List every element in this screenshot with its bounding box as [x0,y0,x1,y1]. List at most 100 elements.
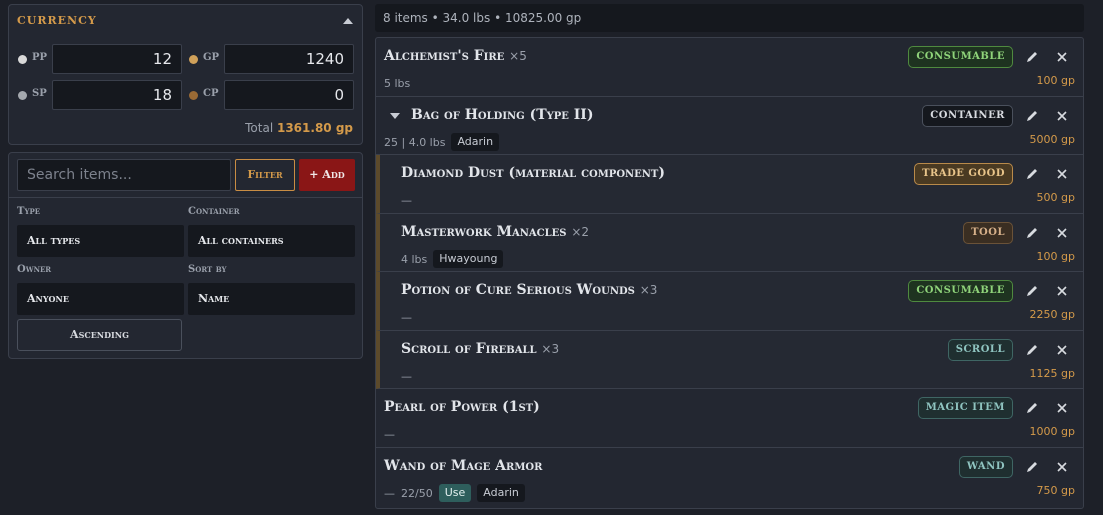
item-type-badge: WAND [958,456,1013,478]
platinum-coin-icon [18,55,27,64]
inventory-row[interactable]: Alchemist's Fire ×5 CONSUMABLE 5 lbs 100… [376,38,1083,97]
filter-button[interactable]: Filter [235,159,295,191]
coin-label-cp: CP [203,88,219,99]
currency-total: Total 1361.80 gp [245,121,353,135]
edit-icon[interactable] [1023,107,1041,125]
sort-order-button[interactable]: Ascending [17,319,182,351]
inventory-row-nested[interactable]: Masterwork Manacles ×2 TOOL 4 lbs Hwayou… [376,214,1083,272]
search-input[interactable]: Search items... [17,159,231,191]
owner-label: Owner [17,264,52,275]
gp-input[interactable]: 1240 [224,44,354,74]
item-price: 1000 gp [1029,425,1075,438]
item-price: 1125 gp [1029,367,1075,380]
item-name: Alchemist's Fire ×5 [384,48,527,64]
inventory-row-nested[interactable]: Potion of Cure Serious Wounds ×3 CONSUMA… [376,272,1083,331]
item-name-text: Alchemist's Fire [384,48,505,64]
edit-icon[interactable] [1023,48,1041,66]
currency-title: CURRENCY [17,14,97,27]
item-name-text: Potion of Cure Serious Wounds [401,282,635,298]
collapse-arrow-icon[interactable] [343,18,353,24]
edit-icon[interactable] [1023,458,1041,476]
inventory-summary: 8 items • 34.0 lbs • 10825.00 gp [375,4,1084,32]
owner-tag: Hwayoung [433,250,504,268]
item-name: Masterwork Manacles ×2 [401,224,589,240]
edit-icon[interactable] [1023,341,1041,359]
item-meta: — [401,191,412,209]
container-select[interactable]: All containers [188,225,355,257]
item-price: 2250 gp [1029,308,1075,321]
item-name-text: Diamond Dust (material component) [401,165,666,181]
inventory-row[interactable]: Wand of Mage Armor WAND — 22/50 Use Adar… [376,448,1083,508]
item-name-text: Bag of Holding (Type II) [411,107,594,123]
inventory-row-nested[interactable]: Scroll of Fireball ×3 SCROLL — 1125 gp [376,331,1083,389]
coin-label-pp: PP [32,52,48,63]
close-icon[interactable] [1053,282,1071,300]
item-meta: 5 lbs [384,74,410,92]
type-label: Type [17,206,41,217]
item-meta: — [401,308,412,326]
item-type-badge: CONSUMABLE [908,46,1013,68]
filter-panel: Search items... Filter + Add Type All ty… [8,152,363,359]
close-icon[interactable] [1053,48,1071,66]
item-type-badge: SCROLL [947,339,1013,361]
close-icon[interactable] [1053,399,1071,417]
sort-select[interactable]: Name [188,283,355,315]
add-item-button[interactable]: + Add [299,159,355,191]
silver-coin-icon [18,91,27,100]
item-price: 100 gp [1036,74,1075,87]
item-name-text: Pearl of Power (1st) [384,399,540,415]
item-name: Potion of Cure Serious Wounds ×3 [401,282,657,298]
close-icon[interactable] [1053,165,1071,183]
currency-panel: CURRENCY PP 12 GP 1240 SP 18 CP 0 Total … [8,4,363,145]
close-icon[interactable] [1053,458,1071,476]
item-quantity: ×3 [541,342,560,356]
sort-label: Sort by [188,264,227,275]
item-price: 100 gp [1036,250,1075,263]
item-capacity-weight: 25 | 4.0 lbs [384,135,446,149]
item-type-badge: MAGIC ITEM [917,397,1013,419]
owner-select[interactable]: Anyone [17,283,184,315]
sp-input[interactable]: 18 [52,80,182,110]
close-icon[interactable] [1053,224,1071,242]
edit-icon[interactable] [1023,224,1041,242]
edit-icon[interactable] [1023,399,1041,417]
item-weight: — [401,369,412,383]
item-name-text: Masterwork Manacles [401,224,567,240]
item-price: 5000 gp [1029,133,1075,146]
item-name-text: Scroll of Fireball [401,341,537,357]
use-charge-button[interactable]: Use [438,484,472,502]
inventory-row-container[interactable]: Bag of Holding (Type II) CONTAINER 25 | … [376,97,1083,155]
item-quantity: ×2 [571,225,590,239]
inventory-row[interactable]: Pearl of Power (1st) MAGIC ITEM — 1000 g… [376,389,1083,448]
item-price: 500 gp [1036,191,1075,204]
owner-tag: Adarin [451,133,500,151]
item-name: Scroll of Fireball ×3 [401,341,559,357]
item-meta: 4 lbs Hwayoung [401,250,504,268]
gold-coin-icon [189,55,198,64]
edit-icon[interactable] [1023,282,1041,300]
close-icon[interactable] [1053,107,1071,125]
pp-input[interactable]: 12 [52,44,182,74]
item-meta: 25 | 4.0 lbs Adarin [384,133,500,151]
divider [9,197,362,198]
inventory-list: Alchemist's Fire ×5 CONSUMABLE 5 lbs 100… [375,37,1084,509]
item-weight: — [401,310,412,324]
item-weight: 5 lbs [384,76,411,90]
item-meta: — 22/50 Use Adarin [384,484,525,502]
copper-coin-icon [189,91,198,100]
expand-caret-icon[interactable] [390,113,400,119]
coin-label-sp: SP [32,88,47,99]
item-weight: — [384,427,395,441]
type-select[interactable]: All types [17,225,184,257]
item-weight: — [401,193,412,207]
item-name: Pearl of Power (1st) [384,399,540,415]
inventory-row-nested[interactable]: Diamond Dust (material component) TRADE … [376,155,1083,214]
owner-tag: Adarin [477,484,525,502]
total-label: Total [245,121,274,135]
close-icon[interactable] [1053,341,1071,359]
item-quantity: ×3 [639,283,658,297]
item-quantity: ×5 [509,49,527,63]
item-weight: 4 lbs [401,252,428,266]
edit-icon[interactable] [1023,165,1041,183]
cp-input[interactable]: 0 [224,80,354,110]
